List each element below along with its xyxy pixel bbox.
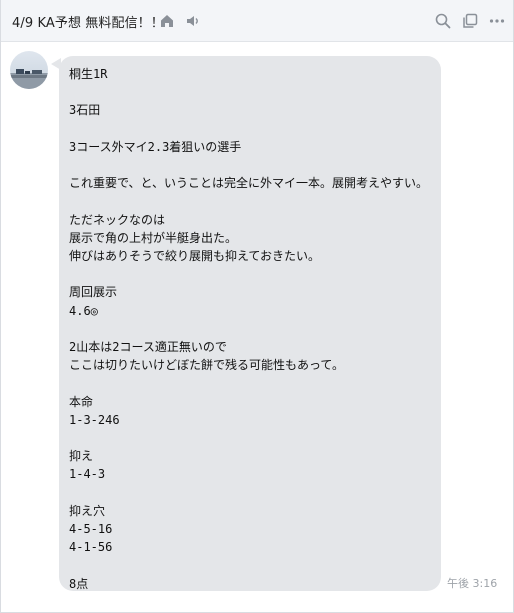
message-text: 桐生1R 3石田 3コース外マイ2.3着狙いの選手 これ重要で、と、いうことは完… <box>69 67 429 591</box>
search-icon[interactable] <box>434 12 452 30</box>
home-icon[interactable] <box>158 12 176 30</box>
chat-title: 4/9 KA予想 無料配信！！ <box>12 16 164 31</box>
chat-window: 4/9 KA予想 無料配信！！ 桐生1R 3石田 3コース外マイ2.3着狙いの選… <box>0 0 514 613</box>
message-time: 午後 3:16 <box>447 577 498 590</box>
copy-icon[interactable] <box>461 12 479 30</box>
speaker-icon[interactable] <box>184 12 202 30</box>
chat-header: 4/9 KA予想 無料配信！！ <box>1 0 513 42</box>
more-icon[interactable] <box>488 12 506 30</box>
avatar[interactable] <box>10 51 48 89</box>
